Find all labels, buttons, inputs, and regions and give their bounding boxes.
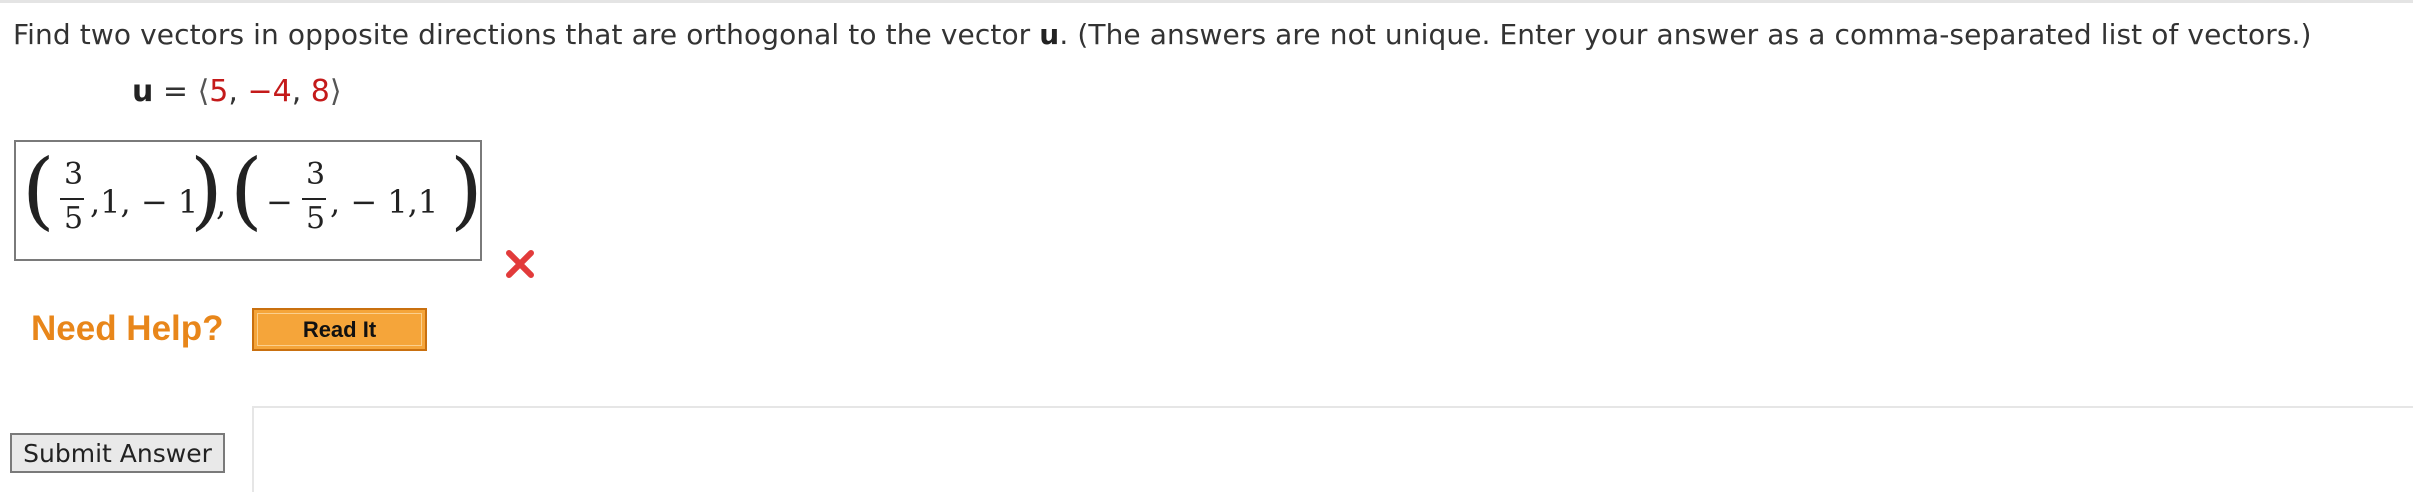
incorrect-x-icon [506,250,534,278]
vector-component-3: 8 [310,74,330,109]
fraction-bar [302,198,326,200]
top-divider [0,0,2413,3]
given-vector: u = ⟨5, −4, 8⟩ [132,74,342,109]
fraction-numerator: 3 [306,157,326,192]
question-text: Find two vectors in opposite directions … [13,18,2312,51]
fraction-bar [60,198,84,200]
vector-separator: , [216,185,227,223]
answer-input[interactable]: ( 3 5 ,1, − 1 ) , ( − 3 5 , − 1,1 ) [14,140,483,261]
answer-vector-2-sign: − [266,183,293,221]
fraction-numerator: 3 [64,157,84,192]
section-divider-vertical [252,406,254,492]
vector-name: u [1039,18,1060,51]
vector-component-2: −4 [247,74,292,109]
right-paren-2: ) [450,141,483,239]
need-help-label: Need Help? [31,309,224,348]
left-paren-1: ( [22,141,55,239]
vector-component-1: 5 [209,74,229,109]
section-divider [252,406,2413,408]
answer-vector-2-rest: , − 1,1 [330,183,439,221]
answer-vector-1-rest: ,1, − 1 [90,183,199,221]
read-it-button[interactable]: Read It [252,308,427,351]
read-it-label: Read It [257,313,422,346]
fraction-denominator: 5 [64,201,84,236]
fraction-denominator: 5 [306,201,326,236]
submit-answer-button[interactable]: Submit Answer [10,433,225,473]
left-paren-2: ( [230,141,263,239]
